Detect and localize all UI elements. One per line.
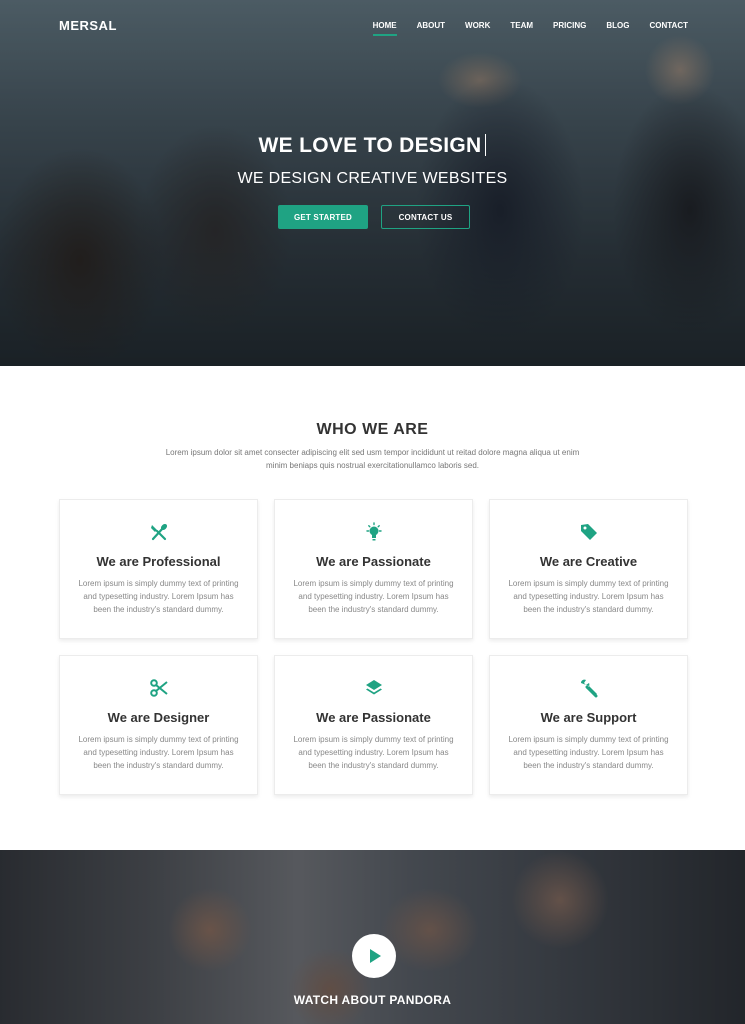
hero-title-strong: DESIGN: [399, 134, 482, 157]
feature-card: We are Passionate Lorem ipsum is simply …: [274, 499, 473, 639]
nav-contact[interactable]: CONTACT: [649, 21, 688, 36]
scissors-icon: [60, 678, 257, 698]
nav-pricing[interactable]: PRICING: [553, 21, 586, 36]
get-started-button[interactable]: GET STARTED: [278, 205, 368, 229]
brand-logo[interactable]: MERSAL: [59, 18, 117, 33]
hero-subtitle: WE DESIGN CREATIVE WEBSITES: [237, 170, 508, 187]
card-title: We are Professional: [96, 554, 221, 569]
contact-us-button[interactable]: CONTACT US: [381, 205, 470, 229]
card-text: Lorem ipsum is simply dummy text of prin…: [293, 735, 454, 770]
play-icon: [370, 949, 381, 963]
card-text: Lorem ipsum is simply dummy text of prin…: [508, 579, 669, 614]
lightbulb-icon: [275, 522, 472, 542]
video-title: WATCH ABOUT PANDORA: [293, 993, 452, 1007]
card-text: Lorem ipsum is simply dummy text of prin…: [293, 579, 454, 614]
main-nav: HOME ABOUT WORK TEAM PRICING BLOG CONTAC…: [353, 21, 688, 36]
card-text: Lorem ipsum is simply dummy text of prin…: [508, 735, 669, 770]
nav-home[interactable]: HOME: [372, 21, 397, 36]
section-description: Lorem ipsum dolor sit amet consecter adi…: [165, 448, 580, 470]
layers-icon: [275, 678, 472, 698]
cutlery-icon: [60, 522, 257, 542]
nav-about[interactable]: ABOUT: [417, 21, 445, 36]
video-section: WATCH ABOUT PANDORA: [0, 850, 745, 1024]
card-title: We are Designer: [107, 710, 210, 725]
card-text: Lorem ipsum is simply dummy text of prin…: [78, 735, 239, 770]
hero-title: WE LOVE TO DESIGN: [0, 134, 745, 158]
typing-caret: [485, 134, 487, 156]
feature-card: We are Passionate Lorem ipsum is simply …: [274, 655, 473, 795]
nav-work[interactable]: WORK: [465, 21, 490, 36]
feature-card: We are Professional Lorem ipsum is simpl…: [59, 499, 258, 639]
feature-card: We are Creative Lorem ipsum is simply du…: [489, 499, 688, 639]
tag-icon: [490, 522, 687, 542]
nav-team[interactable]: TEAM: [510, 21, 533, 36]
card-title: We are Passionate: [316, 554, 431, 569]
play-button[interactable]: [352, 934, 396, 978]
section-title: WHO WE ARE: [316, 421, 429, 438]
hero-section: MERSAL HOME ABOUT WORK TEAM PRICING BLOG…: [0, 0, 745, 366]
nav-blog[interactable]: BLOG: [606, 21, 629, 36]
card-title: We are Passionate: [316, 710, 431, 725]
card-title: We are Creative: [539, 554, 638, 569]
card-text: Lorem ipsum is simply dummy text of prin…: [78, 579, 239, 614]
feature-card: We are Support Lorem ipsum is simply dum…: [489, 655, 688, 795]
hero-title-prefix: WE LOVE TO: [258, 134, 400, 157]
feature-card: We are Designer Lorem ipsum is simply du…: [59, 655, 258, 795]
wrench-icon: [490, 678, 687, 698]
card-title: We are Support: [540, 710, 637, 725]
